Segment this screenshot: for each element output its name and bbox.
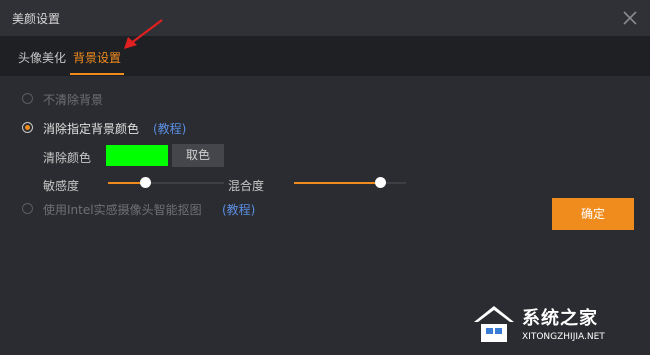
blend-label: 混合度	[228, 179, 265, 193]
tab-background-settings[interactable]: 背景设置	[73, 49, 121, 66]
close-icon[interactable]	[618, 6, 642, 30]
pick-color-button[interactable]: 取色	[172, 144, 224, 167]
tab-avatar-beautify[interactable]: 头像美化	[18, 49, 66, 66]
blend-slider-knob[interactable]	[375, 177, 387, 188]
color-swatch[interactable]	[106, 145, 168, 166]
label-clear-specified-color: 消除指定背景颜色	[43, 122, 140, 136]
annotation-arrow-icon	[124, 19, 163, 49]
watermark: 系统之家 XITONGZHIJIA.NET	[466, 296, 646, 352]
tutorial-link-intel[interactable]: (教程)	[222, 201, 255, 218]
watermark-text: 系统之家	[522, 308, 598, 329]
clear-color-label: 清除颜色	[43, 151, 92, 165]
active-tab-indicator	[70, 73, 124, 75]
tutorial-link-clear-color[interactable]: (教程)	[153, 120, 186, 137]
house-logo-icon	[474, 306, 514, 342]
radio-intel-realsense[interactable]	[22, 203, 33, 214]
sensitivity-slider[interactable]	[108, 177, 224, 189]
label-no-clear-background: 不清除背景	[43, 93, 104, 107]
label-intel-realsense: 使用Intel实感摄像头智能抠图	[43, 203, 202, 217]
radio-clear-specified-color[interactable]	[22, 122, 33, 133]
window-title: 美颜设置	[12, 12, 61, 26]
confirm-button[interactable]: 确定	[552, 198, 634, 230]
blend-slider-fill	[294, 182, 381, 184]
sensitivity-label: 敏感度	[43, 179, 80, 193]
sensitivity-slider-knob[interactable]	[140, 177, 152, 188]
watermark-url: XITONGZHIJIA.NET	[522, 332, 605, 342]
title-bar: 美颜设置	[0, 0, 650, 36]
blend-slider[interactable]	[294, 177, 406, 189]
radio-no-clear-background[interactable]	[22, 93, 33, 104]
tab-bar: 头像美化 背景设置	[0, 36, 650, 76]
